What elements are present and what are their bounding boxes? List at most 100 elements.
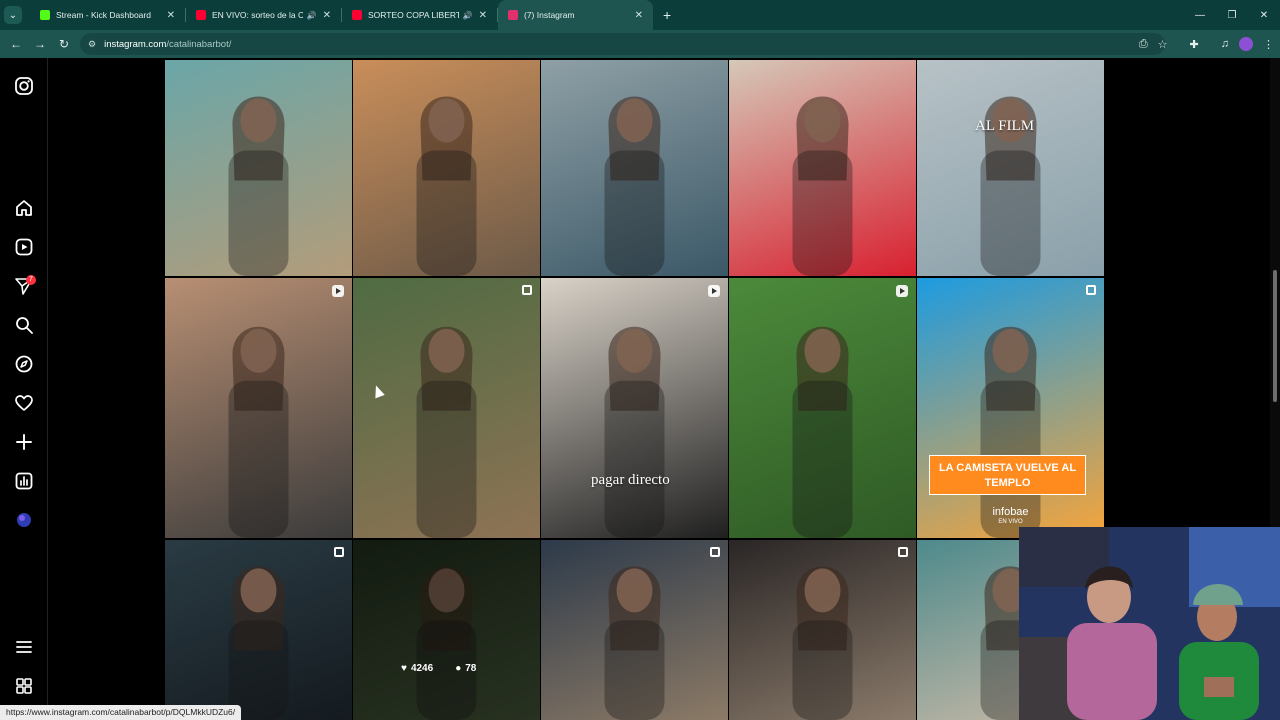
post-thumbnail[interactable] <box>541 60 728 276</box>
restore-icon[interactable]: ❐ <box>1216 10 1248 21</box>
reel-indicator-icon <box>896 285 908 297</box>
heart-icon: ♥ <box>401 663 407 674</box>
post-photo-subject <box>792 326 853 538</box>
carousel-indicator-icon <box>710 547 720 557</box>
post-photo-subject <box>416 326 477 538</box>
post-thumbnail[interactable]: LA CAMISETA VUELVE AL TEMPLO infobae EN VI… <box>917 278 1104 538</box>
carousel-indicator-icon <box>1086 285 1096 295</box>
carousel-indicator-icon <box>522 285 532 295</box>
install-app-icon[interactable]: ⎙ <box>1139 38 1148 51</box>
post-photo-subject <box>980 96 1041 276</box>
comment-bubble-icon: ● <box>455 663 462 674</box>
tab-close-icon[interactable]: ✕ <box>635 10 643 21</box>
address-host: instagram.com <box>104 38 167 50</box>
comments-count: 78 <box>465 663 477 674</box>
post-thumbnail[interactable]: pagar directo <box>541 278 728 538</box>
post-thumbnail[interactable] <box>165 60 352 276</box>
tab-audio-icon[interactable]: 🔊 <box>307 11 317 20</box>
post-photo-subject <box>604 96 665 276</box>
back-icon[interactable]: ← <box>4 37 28 51</box>
profile-avatar-icon[interactable] <box>1239 37 1253 51</box>
tab-close-icon[interactable]: ✕ <box>167 10 175 21</box>
tab-close-icon[interactable]: ✕ <box>479 10 487 21</box>
tab-title: SORTEO COPA LIBERTADOR <box>368 10 459 20</box>
create-icon[interactable] <box>14 432 34 452</box>
post-thumbnail[interactable]: ♥ 4246 ● 78 <box>353 540 540 720</box>
close-window-icon[interactable]: ✕ <box>1248 10 1280 21</box>
tab-list: Stream - Kick Dashboard ✕ EN VIVO: sorteo … <box>30 0 653 30</box>
more-menu-icon[interactable] <box>14 637 34 657</box>
post-photo-subject <box>228 326 289 538</box>
window-controls: — ❐ ✕ <box>1184 0 1280 30</box>
post-photo-subject <box>792 96 853 276</box>
post-thumbnail[interactable] <box>165 278 352 538</box>
likes-stat: ♥ 4246 <box>401 663 433 674</box>
browser-tab[interactable]: Stream - Kick Dashboard ✕ <box>30 0 185 30</box>
post-thumbnail[interactable]: AL FILM <box>917 60 1104 276</box>
post-photo-subject <box>228 96 289 276</box>
post-thumbnail[interactable] <box>729 278 916 538</box>
toolbar-actions: ⎙ ☆ ✚ ♫ ⋮ <box>1139 30 1274 58</box>
post-thumbnail[interactable] <box>729 540 916 720</box>
media-controls-icon[interactable]: ♫ <box>1221 38 1229 50</box>
reload-icon[interactable]: ↻ <box>52 37 76 51</box>
address-bar[interactable]: ⚙ instagram.com/catalinabarbot/ <box>80 33 1165 55</box>
post-engagement-stats: ♥ 4246 ● 78 <box>401 663 476 674</box>
likes-count: 4246 <box>410 663 434 674</box>
browser-tab[interactable]: (7) Instagram ✕ <box>498 0 653 30</box>
posts-grid: AL FILM pagar directo LA CAMISETA VUELVE A… <box>165 60 1104 720</box>
tab-title: EN VIVO: sorteo de la Conm <box>212 10 303 20</box>
post-photo-subject <box>604 566 665 720</box>
post-thumbnail[interactable] <box>353 278 540 538</box>
profile-icon[interactable] <box>14 510 34 530</box>
reel-indicator-icon <box>332 285 344 297</box>
explore-icon[interactable] <box>14 354 34 374</box>
instagram-sidebar: 7 <box>0 58 48 720</box>
messages-badge: 7 <box>26 275 36 285</box>
browser-tab[interactable]: EN VIVO: sorteo de la Conm 🔊 ✕ <box>186 0 341 30</box>
home-icon[interactable] <box>14 198 34 218</box>
post-caption-overlay: pagar directo <box>591 472 670 488</box>
comments-stat: ● 78 <box>455 663 476 674</box>
browser-tab-strip: ⌄ Stream - Kick Dashboard ✕ EN VIVO: sorte… <box>0 0 1280 30</box>
tab-title: Stream - Kick Dashboard <box>56 10 151 20</box>
tab-favicon-icon <box>352 10 362 20</box>
tab-close-icon[interactable]: ✕ <box>323 10 331 21</box>
browser-tab[interactable]: SORTEO COPA LIBERTADOR 🔊 ✕ <box>342 0 497 30</box>
address-path: /catalinabarbot/ <box>166 38 232 50</box>
status-bar-url: https://www.instagram.com/catalinabarbot… <box>0 705 242 720</box>
notifications-icon[interactable] <box>14 393 34 413</box>
post-photo-subject <box>228 566 289 720</box>
search-icon[interactable] <box>14 315 34 335</box>
dashboard-icon[interactable] <box>14 471 34 491</box>
new-tab-button[interactable]: + <box>663 7 671 23</box>
streamer-webcam-overlay <box>1019 527 1280 720</box>
minimize-icon[interactable]: — <box>1184 10 1216 21</box>
post-photo-subject <box>980 326 1041 538</box>
post-photo-subject <box>416 96 477 276</box>
instagram-logo-icon[interactable] <box>14 76 34 96</box>
reels-icon[interactable] <box>14 237 34 257</box>
tab-title: (7) Instagram <box>524 10 575 20</box>
bookmark-star-icon[interactable]: ☆ <box>1158 38 1168 51</box>
post-thumbnail[interactable] <box>729 60 916 276</box>
hover-overlay <box>353 540 540 720</box>
forward-icon[interactable]: → <box>28 37 52 51</box>
tab-audio-icon[interactable]: 🔊 <box>463 11 473 20</box>
webcam-picture <box>1019 527 1280 720</box>
post-thumbnail[interactable] <box>165 540 352 720</box>
post-photo-subject <box>604 326 665 538</box>
news-brand-logo: infobae <box>992 506 1029 518</box>
post-photo-subject <box>792 566 853 720</box>
browser-menu-icon[interactable]: ⋮ <box>1263 38 1274 51</box>
tab-favicon-icon <box>40 10 50 20</box>
news-brand-sub: EN VIVO <box>998 519 1023 525</box>
post-thumbnail[interactable] <box>353 60 540 276</box>
site-info-icon[interactable]: ⚙ <box>88 39 96 50</box>
also-from-meta-icon[interactable] <box>14 676 34 696</box>
news-headline-box: LA CAMISETA VUELVE AL TEMPLO <box>929 455 1086 495</box>
extensions-icon[interactable]: ✚ <box>1190 38 1199 51</box>
post-thumbnail[interactable] <box>541 540 728 720</box>
scrollbar-thumb[interactable] <box>1273 270 1277 402</box>
tab-search-button[interactable]: ⌄ <box>4 6 22 24</box>
